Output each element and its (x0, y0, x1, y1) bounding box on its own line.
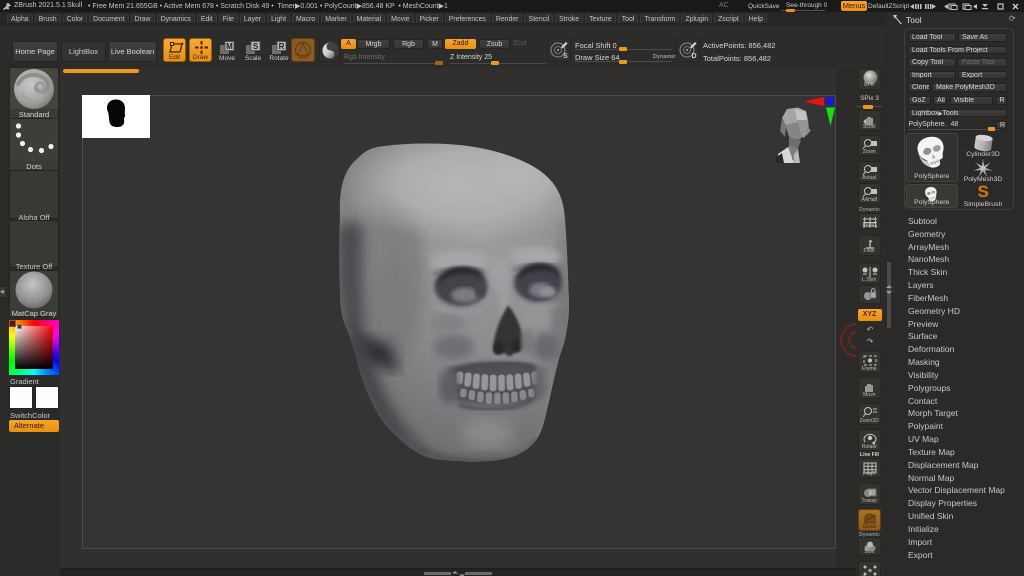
svg-text:R: R (279, 42, 285, 51)
svg-text:S: S (563, 53, 568, 60)
svg-text:D: D (692, 53, 697, 60)
svg-text:M: M (226, 42, 233, 51)
svg-text:S: S (253, 42, 259, 51)
